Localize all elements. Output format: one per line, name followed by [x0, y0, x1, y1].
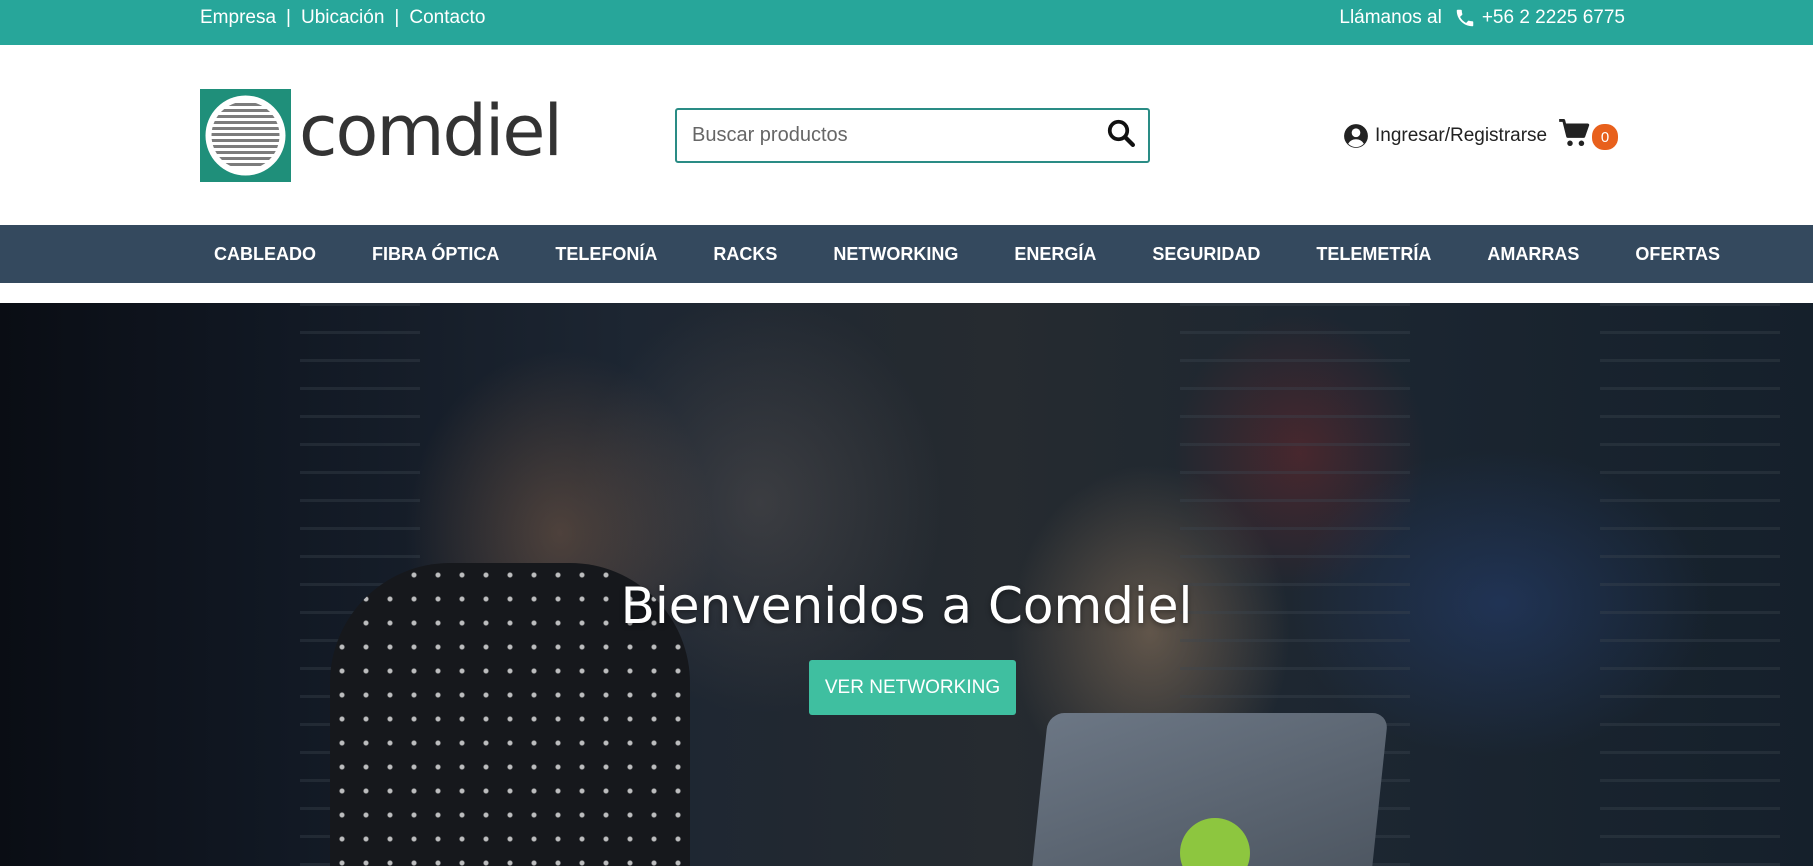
nav-item-networking[interactable]: NETWORKING	[819, 244, 972, 265]
comdiel-logo[interactable]: comdiel	[200, 88, 563, 183]
link-ubicacion[interactable]: Ubicación	[301, 7, 384, 29]
link-contacto[interactable]: Contacto	[409, 7, 485, 29]
link-separator: |	[394, 7, 400, 28]
nav-item-telefonia[interactable]: TELEFONÍA	[541, 244, 671, 265]
hero-banner: Bienvenidos a Comdiel VER NETWORKING	[0, 303, 1813, 866]
user-circle-icon	[1343, 123, 1369, 149]
nav-list: CABLEADO FIBRA ÓPTICA TELEFONÍA RACKS NE…	[200, 225, 1734, 283]
ver-networking-button[interactable]: VER NETWORKING	[809, 660, 1016, 715]
nav-item-amarras[interactable]: AMARRAS	[1473, 244, 1593, 265]
search-button[interactable]	[1093, 110, 1148, 161]
nav-item-telemetria[interactable]: TELEMETRÍA	[1302, 244, 1445, 265]
logo-text: comdiel	[299, 89, 563, 172]
search-icon	[1106, 118, 1136, 153]
phone-number[interactable]: +56 2 2225 6775	[1482, 7, 1625, 29]
link-separator: |	[286, 7, 291, 28]
phone-icon	[1454, 7, 1476, 29]
nav-item-ofertas[interactable]: OFERTAS	[1621, 244, 1734, 265]
link-empresa[interactable]: Empresa	[200, 7, 276, 29]
hero-title: Bienvenidos a Comdiel	[620, 577, 1193, 635]
cart-button[interactable]: 0	[1558, 117, 1618, 153]
nav-item-energia[interactable]: ENERGÍA	[1000, 244, 1110, 265]
nav-item-racks[interactable]: RACKS	[699, 244, 791, 265]
call-info: Llámanos al +56 2 2225 6775	[1339, 0, 1625, 36]
call-label: Llámanos al	[1339, 7, 1442, 28]
site-header: comdiel Ingresar/Registrarse 0	[0, 45, 1813, 225]
top-links: Empresa | Ubicación | Contacto	[200, 0, 485, 36]
nav-item-seguridad[interactable]: SEGURIDAD	[1138, 244, 1274, 265]
top-bar: Empresa | Ubicación | Contacto Llámanos …	[0, 0, 1813, 45]
search-box	[675, 108, 1150, 163]
logo-mark-icon	[200, 89, 291, 182]
main-nav: CABLEADO FIBRA ÓPTICA TELEFONÍA RACKS NE…	[0, 225, 1813, 283]
cart-icon	[1558, 118, 1590, 153]
cart-count-badge: 0	[1592, 124, 1618, 150]
nav-item-cableado[interactable]: CABLEADO	[200, 244, 330, 265]
search-input[interactable]	[677, 110, 1093, 161]
login-register-link[interactable]: Ingresar/Registrarse	[1343, 119, 1547, 153]
nav-item-fibra-optica[interactable]: FIBRA ÓPTICA	[358, 244, 513, 265]
account-label: Ingresar/Registrarse	[1375, 125, 1548, 146]
